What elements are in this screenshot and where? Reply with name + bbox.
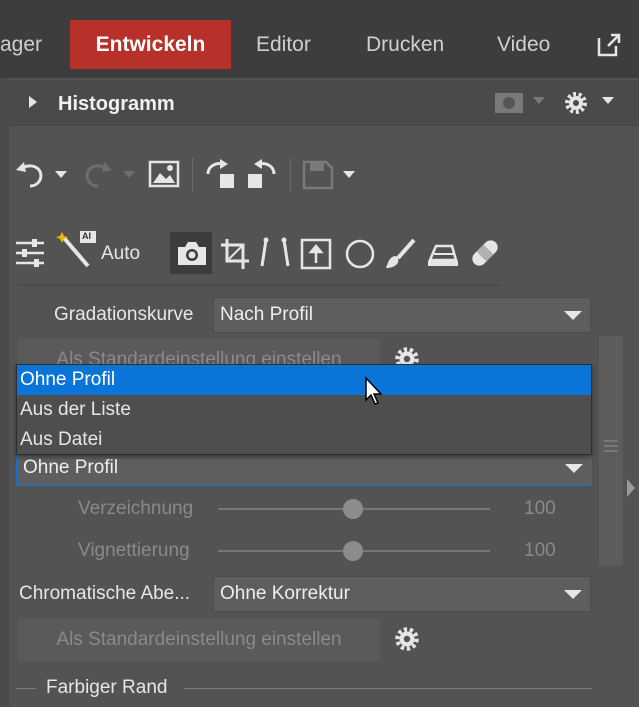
- lens-profile-value: Ohne Profil: [23, 457, 119, 478]
- tab-develop[interactable]: Entwickeln: [70, 20, 231, 69]
- dropdown-option-no-profile[interactable]: Ohne Profil: [17, 365, 591, 395]
- crop-icon[interactable]: [220, 238, 250, 270]
- toolbar-separator: [290, 158, 291, 192]
- ai-badge: AI: [82, 231, 91, 241]
- section-rule: [16, 688, 36, 689]
- bandage-healing-icon[interactable]: [468, 236, 502, 270]
- gear-icon[interactable]: [392, 624, 422, 654]
- chevron-down-icon[interactable]: [342, 170, 356, 180]
- distortion-value: 100: [524, 498, 556, 519]
- gradation-label: Gradationskurve: [54, 304, 194, 325]
- rotate-right-icon[interactable]: [244, 158, 278, 190]
- camera-mask-icon[interactable]: [494, 92, 524, 114]
- brush-icon[interactable]: [384, 238, 416, 270]
- dropdown-option-from-file[interactable]: Aus Datei: [17, 425, 591, 455]
- redo-icon[interactable]: [82, 160, 114, 188]
- save-icon[interactable]: [302, 160, 334, 190]
- tools-divider: [18, 284, 500, 286]
- chromatic-value: Ohne Korrektur: [220, 583, 350, 604]
- toolbar-separator: [192, 158, 193, 192]
- tab-manager[interactable]: ager: [0, 20, 60, 69]
- panel-scrollbar[interactable]: [599, 336, 623, 566]
- panel-collapse-arrow-icon[interactable]: [626, 478, 636, 498]
- external-window-icon[interactable]: [596, 32, 622, 58]
- image-compare-icon[interactable]: [148, 160, 180, 188]
- undo-icon[interactable]: [14, 160, 46, 188]
- expand-triangle-icon[interactable]: [28, 95, 38, 109]
- chromatic-label: Chromatische Abe...: [19, 583, 191, 604]
- gear-icon[interactable]: [562, 89, 590, 117]
- mouse-cursor-icon: [365, 376, 383, 405]
- rotate-left-icon[interactable]: [204, 158, 238, 190]
- section-rule: [184, 688, 592, 689]
- chevron-down-icon: [564, 311, 582, 320]
- vignetting-value: 100: [524, 540, 556, 561]
- scrollbar-grip[interactable]: [604, 440, 618, 442]
- set-default-button[interactable]: Als Standardeinstellung einstellen: [17, 618, 381, 662]
- chevron-down-icon[interactable]: [54, 170, 68, 180]
- histogram-title: Histogramm: [58, 93, 175, 115]
- lens-profile-dropdown: Ohne Profil Aus der Liste Aus Datei: [16, 364, 592, 455]
- chevron-down-icon[interactable]: [601, 96, 615, 106]
- vignetting-label: Vignettierung: [78, 540, 190, 561]
- auto-label[interactable]: Auto: [101, 243, 140, 265]
- chevron-down-icon: [565, 464, 583, 473]
- adjustments-sliders-icon[interactable]: [14, 238, 46, 268]
- fringe-section-title: Farbiger Rand: [46, 677, 168, 698]
- tab-editor[interactable]: Editor: [256, 20, 336, 69]
- lens-profile-select[interactable]: Ohne Profil: [16, 450, 592, 486]
- distortion-slider-knob[interactable]: [343, 499, 363, 519]
- gradient-filter-icon[interactable]: [426, 238, 460, 268]
- chevron-down-icon: [564, 590, 582, 599]
- dropdown-option-from-list[interactable]: Aus der Liste: [17, 395, 591, 425]
- circle-filter-icon[interactable]: [344, 238, 376, 270]
- chromatic-select[interactable]: Ohne Korrektur: [213, 576, 591, 612]
- chevron-down-icon[interactable]: [532, 96, 546, 106]
- set-default-button-label: Als Standardeinstellung einstellen: [56, 629, 342, 650]
- gradation-value: Nach Profil: [220, 304, 313, 325]
- magic-wand-icon[interactable]: [56, 230, 100, 268]
- tab-video[interactable]: Video: [497, 20, 567, 69]
- chevron-down-icon: [123, 171, 135, 178]
- perspective-icon[interactable]: [258, 236, 292, 270]
- vignetting-slider-knob[interactable]: [343, 541, 363, 561]
- distortion-label: Verzeichnung: [78, 498, 194, 519]
- panel-left-gutter: [0, 78, 9, 707]
- gradation-select[interactable]: Nach Profil: [213, 297, 591, 333]
- tab-print[interactable]: Drucken: [366, 20, 466, 69]
- camera-icon[interactable]: [176, 238, 208, 268]
- align-frame-icon[interactable]: [300, 238, 332, 270]
